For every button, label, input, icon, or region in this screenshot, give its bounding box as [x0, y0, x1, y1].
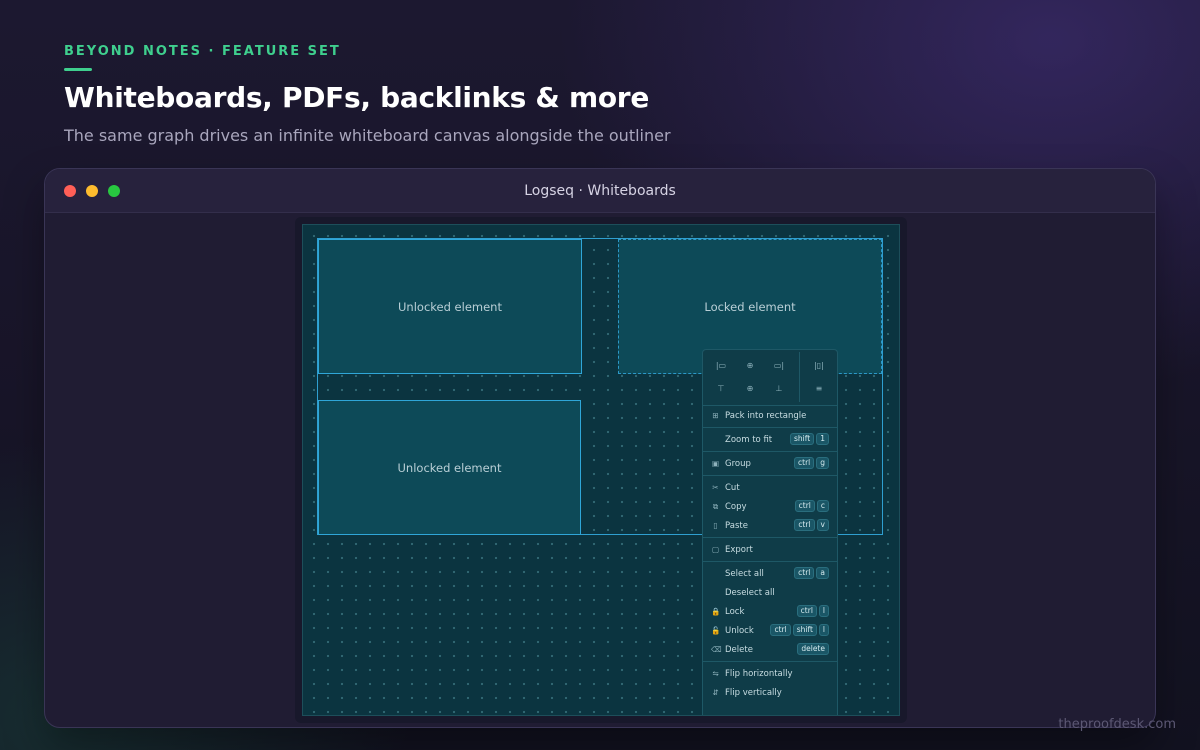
eraser-icon: ⌫ [711, 645, 722, 654]
whiteboard-element-unlocked[interactable]: Unlocked element [318, 400, 581, 535]
align-center-vertical-icon[interactable]: ⊕ [743, 382, 757, 394]
unlock-icon: 🔓 [711, 626, 721, 635]
clipboard-icon: ▯ [713, 521, 718, 530]
align-right-icon[interactable]: ▭| [772, 359, 786, 371]
site-watermark: theproofdesk.com [1058, 717, 1176, 732]
file-icon: ▢ [711, 545, 720, 554]
flip-horizontal-icon: ⇋ [712, 669, 719, 678]
menu-divider [703, 427, 837, 428]
align-left-icon[interactable]: |▭ [714, 359, 728, 371]
menu-item-select-all[interactable]: Select all ctrl a [703, 564, 837, 583]
element-label: Unlocked element [398, 299, 502, 314]
distribute-horizontal-icon[interactable]: |▯| [812, 359, 826, 371]
menu-item-unlock[interactable]: 🔓 Unlock ctrl shift l [703, 621, 837, 640]
menu-divider [703, 475, 837, 476]
scissors-icon: ✂ [712, 483, 719, 492]
flip-vertical-icon: ⇵ [712, 688, 719, 697]
context-menu: |▭ ⊕ ▭| |▯| ⊤ ⊕ ⊥ ≡ ⊞ Pack into rectangl… [702, 349, 838, 715]
menu-divider [703, 661, 837, 662]
shortcut-keys: shift 1 [790, 433, 829, 445]
app-window: Logseq · Whiteboards Unlocked element Lo… [44, 168, 1156, 728]
window-titlebar: Logseq · Whiteboards [45, 169, 1155, 213]
shortcut-keys: delete [797, 643, 829, 655]
element-label: Unlocked element [397, 460, 502, 475]
whiteboard-element-unlocked[interactable]: Unlocked element [318, 239, 582, 374]
window-title: Logseq · Whiteboards [524, 183, 676, 199]
toolbar-divider [799, 352, 800, 402]
distribute-vertical-icon[interactable]: ≡ [812, 382, 826, 394]
align-top-icon[interactable]: ⊤ [714, 382, 728, 394]
eyebrow-label: BEYOND NOTES · FEATURE SET [64, 44, 341, 59]
menu-divider [703, 451, 837, 452]
menu-item-copy[interactable]: ⧉ Copy ctrl c [703, 497, 837, 516]
menu-divider [703, 561, 837, 562]
whiteboard-screenshot: Unlocked element Locked element Unlocked… [295, 217, 907, 723]
shortcut-keys: ctrl l [796, 605, 829, 617]
shortcut-keys: ctrl g [794, 457, 829, 469]
page-header: BEYOND NOTES · FEATURE SET Whiteboards, … [64, 44, 1064, 145]
whiteboard-canvas[interactable]: Unlocked element Locked element Unlocked… [302, 224, 900, 716]
shortcut-keys: ctrl c [794, 500, 829, 512]
menu-item-deselect-all[interactable]: Deselect all [703, 583, 837, 602]
menu-item-cut[interactable]: ✂ Cut [703, 478, 837, 497]
menu-item-paste[interactable]: ▯ Paste ctrl v [703, 516, 837, 535]
menu-divider [703, 537, 837, 538]
lock-icon: 🔒 [711, 607, 721, 616]
page-subtitle: The same graph drives an infinite whiteb… [64, 126, 671, 145]
group-icon: ▣ [711, 459, 720, 468]
menu-item-flip-horizontal[interactable]: ⇋ Flip horizontally [703, 664, 837, 683]
eyebrow-underline [64, 68, 92, 71]
menu-item-export[interactable]: ▢ Export [703, 540, 837, 559]
pack-icon: ⊞ [712, 411, 719, 420]
element-label: Locked element [704, 299, 796, 314]
menu-item-lock[interactable]: 🔒 Lock ctrl l [703, 602, 837, 621]
align-bottom-icon[interactable]: ⊥ [772, 382, 786, 394]
shortcut-keys: ctrl v [794, 519, 829, 531]
copy-icon: ⧉ [712, 502, 719, 511]
menu-item-delete[interactable]: ⌫ Delete delete [703, 640, 837, 659]
menu-item-zoom-to-fit[interactable]: Zoom to fit shift 1 [703, 430, 837, 449]
page-title: Whiteboards, PDFs, backlinks & more [64, 81, 650, 114]
menu-item-group[interactable]: ▣ Group ctrl g [703, 454, 837, 473]
align-center-horizontal-icon[interactable]: ⊕ [743, 359, 757, 371]
menu-item-pack[interactable]: ⊞ Pack into rectangle [703, 406, 837, 425]
menu-item-flip-vertical[interactable]: ⇵ Flip vertically [703, 683, 837, 702]
shortcut-keys: ctrl shift l [770, 624, 829, 636]
align-toolbar: |▭ ⊕ ▭| |▯| ⊤ ⊕ ⊥ ≡ [703, 350, 837, 406]
shortcut-keys: ctrl a [794, 567, 829, 579]
